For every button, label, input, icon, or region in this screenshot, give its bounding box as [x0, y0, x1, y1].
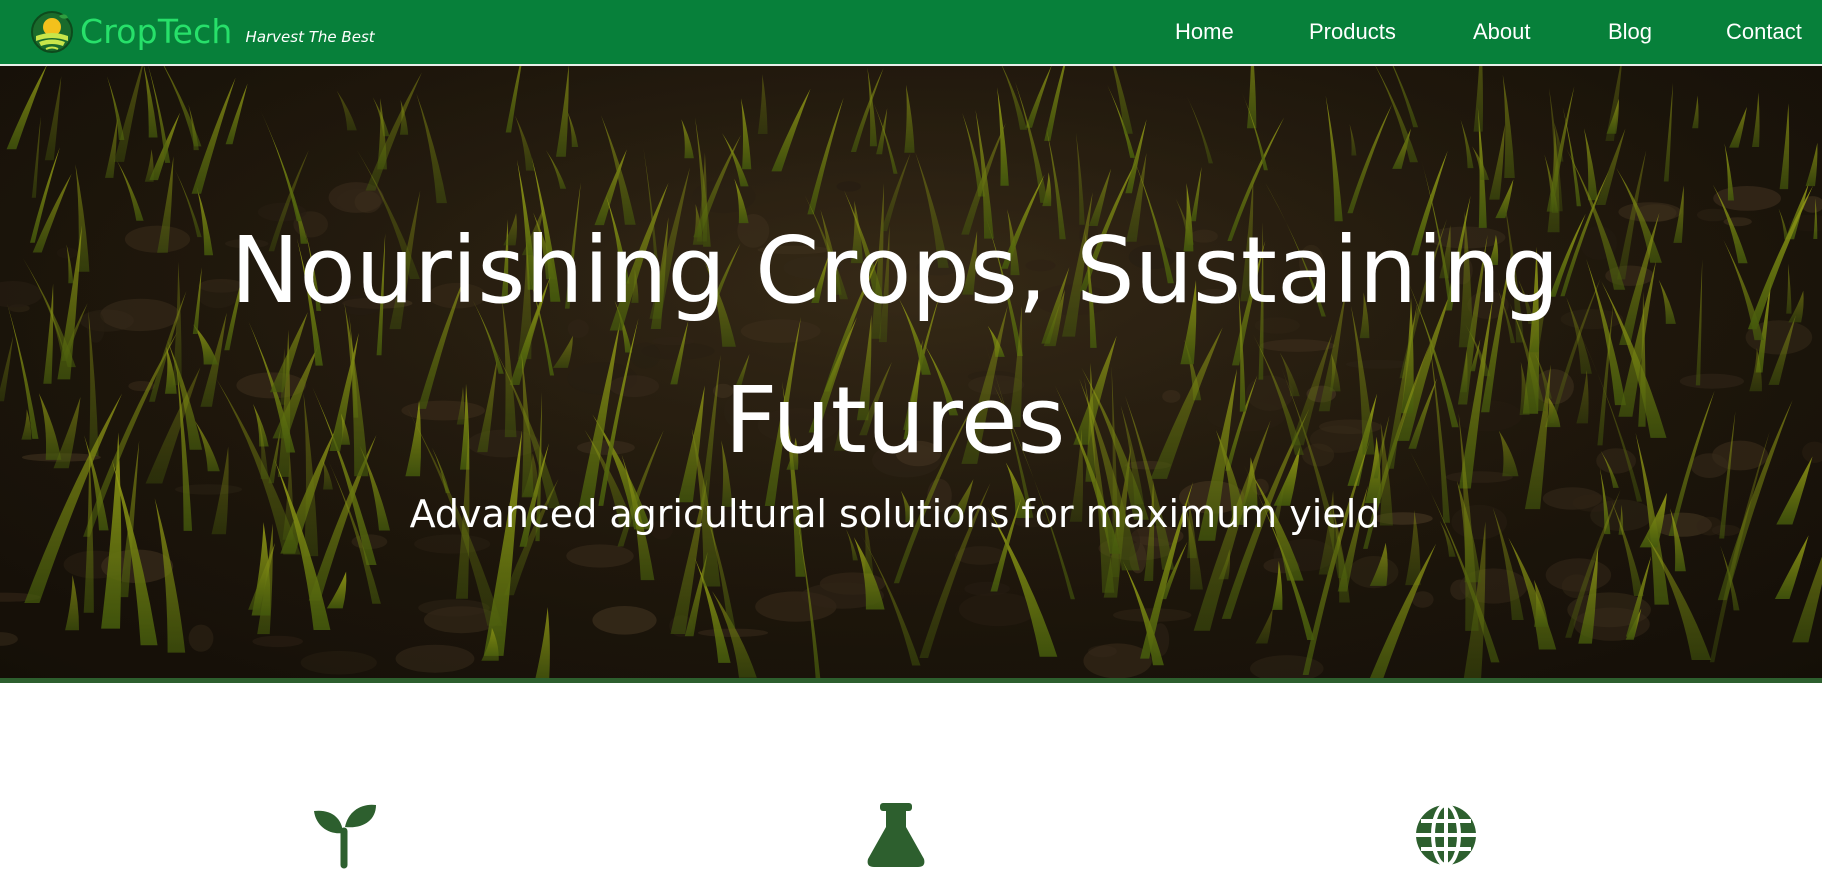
brand-tagline: Harvest The Best	[245, 28, 375, 46]
hero-title: Nourishing Crops, Sustaining Futures	[230, 217, 1560, 474]
globe-icon	[1416, 803, 1476, 867]
nav-link-contact[interactable]: Contact	[1726, 18, 1802, 46]
nav-link-home[interactable]: Home	[1175, 18, 1234, 46]
hero-section: Nourishing Crops, Sustaining Futures Adv…	[0, 66, 1822, 678]
nav-link-about[interactable]: About	[1473, 18, 1531, 46]
top-navbar: CropTech Harvest The Best Home Products …	[0, 0, 1822, 66]
features-section	[0, 683, 1822, 872]
nav-link-blog[interactable]: Blog	[1608, 18, 1652, 46]
nav-link-products[interactable]: Products	[1309, 18, 1396, 46]
hero-subtitle: Advanced agricultural solutions for maxi…	[409, 492, 1381, 536]
flask-icon	[867, 803, 925, 867]
brand-name[interactable]: CropTech	[80, 10, 233, 54]
brand-logo-link[interactable]: CropTech Harvest The Best	[30, 8, 375, 56]
sun-over-field-logo-icon	[31, 11, 73, 53]
seedling-icon	[314, 804, 376, 869]
